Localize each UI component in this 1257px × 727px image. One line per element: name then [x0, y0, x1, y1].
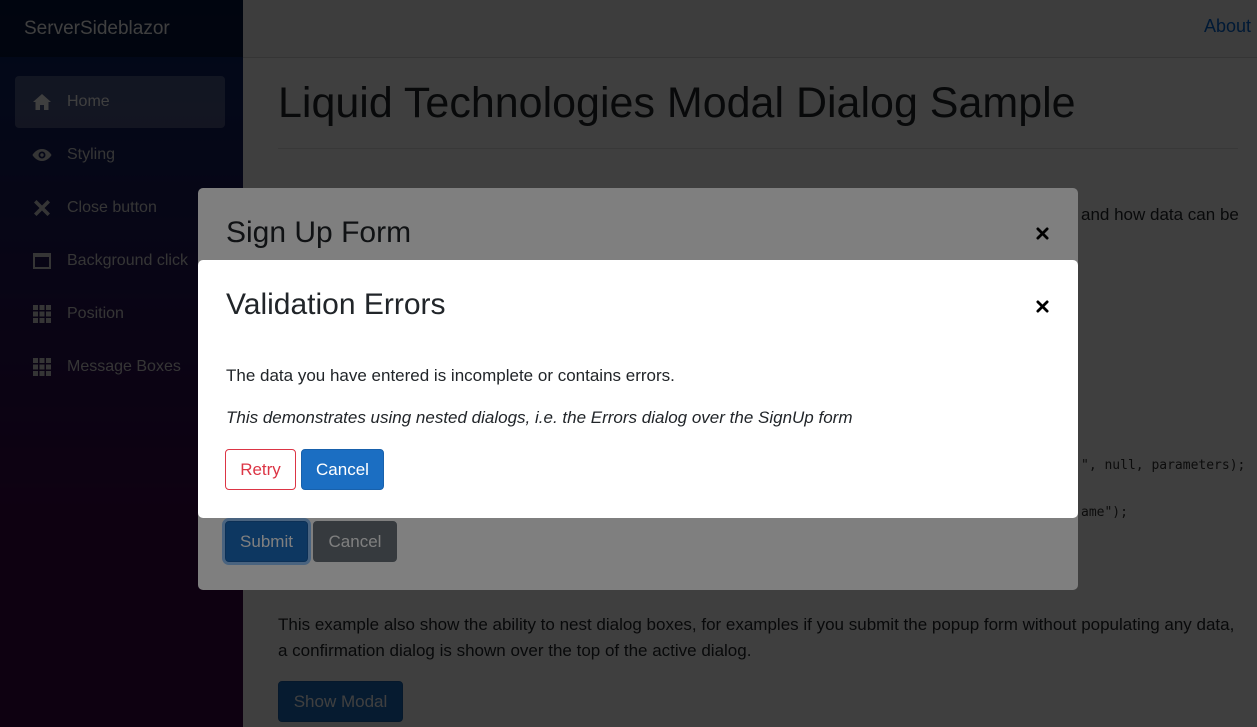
validation-note: This demonstrates using nested dialogs, …	[226, 408, 853, 427]
close-icon[interactable]	[1032, 296, 1052, 316]
retry-button[interactable]: Retry	[225, 449, 296, 490]
validation-dialog-title: Validation Errors	[226, 288, 446, 321]
cancel-button[interactable]: Cancel	[301, 449, 384, 490]
validation-dialog: Validation Errors The data you have ente…	[198, 260, 1078, 518]
validation-message: The data you have entered is incomplete …	[226, 366, 675, 385]
